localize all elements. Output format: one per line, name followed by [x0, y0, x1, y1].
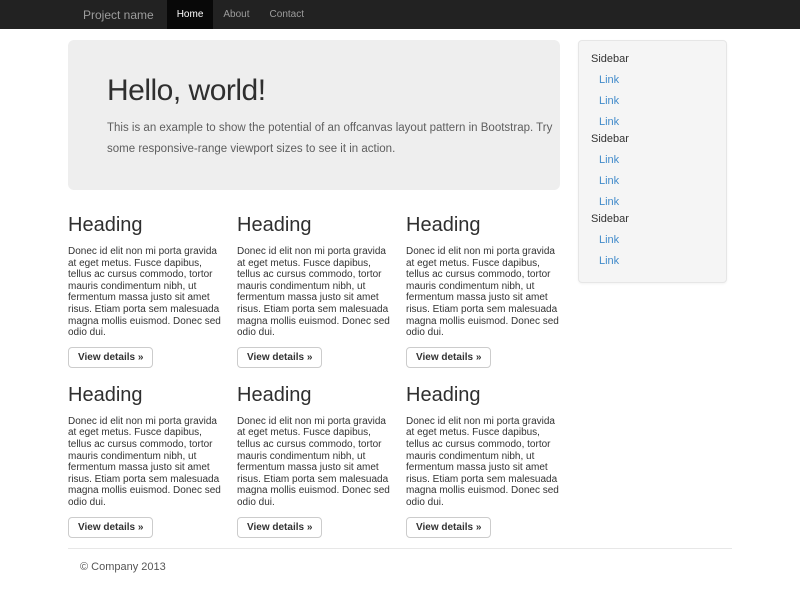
card-heading: Heading: [406, 214, 560, 237]
card-heading: Heading: [237, 214, 391, 237]
sidebar-panel: Sidebar Link Link Link Sidebar Link Link…: [578, 40, 727, 283]
sidebar-group-3: Sidebar Link Link: [591, 213, 718, 272]
card-heading: Heading: [237, 384, 391, 407]
nav-item-contact[interactable]: Contact: [260, 0, 314, 29]
page-footer: © Company 2013: [68, 549, 732, 573]
sidebar-link[interactable]: Link: [599, 192, 718, 213]
card-heading: Heading: [68, 384, 222, 407]
view-details-button[interactable]: View details »: [68, 517, 153, 538]
feature-card: Heading Donec id elit non mi porta gravi…: [406, 384, 560, 538]
copyright-text: © Company 2013: [80, 561, 732, 573]
view-details-button[interactable]: View details »: [406, 517, 491, 538]
view-details-button[interactable]: View details »: [237, 347, 322, 368]
jumbotron-title: Hello, world!: [107, 74, 560, 108]
sidebar-link[interactable]: Link: [599, 91, 718, 112]
card-body-text: Donec id elit non mi porta gravida at eg…: [237, 416, 391, 509]
nav-item-home[interactable]: Home: [167, 0, 214, 29]
view-details-button[interactable]: View details »: [237, 517, 322, 538]
feature-card: Heading Donec id elit non mi porta gravi…: [406, 214, 560, 368]
feature-card: Heading Donec id elit non mi porta gravi…: [237, 214, 391, 368]
card-heading: Heading: [68, 214, 222, 237]
card-body-text: Donec id elit non mi porta gravida at eg…: [406, 416, 560, 509]
sidebar-group-2: Sidebar Link Link Link: [591, 133, 718, 213]
view-details-button[interactable]: View details »: [68, 347, 153, 368]
card-body-text: Donec id elit non mi porta gravida at eg…: [68, 416, 222, 509]
sidebar-column: Sidebar Link Link Link Sidebar Link Link…: [578, 40, 727, 538]
sidebar-link[interactable]: Link: [599, 230, 718, 251]
sidebar-link[interactable]: Link: [599, 112, 718, 133]
navbar-nav: Home About Contact: [167, 0, 314, 29]
view-details-button[interactable]: View details »: [406, 347, 491, 368]
feature-card: Heading Donec id elit non mi porta gravi…: [68, 214, 222, 368]
sidebar-link[interactable]: Link: [599, 70, 718, 91]
card-body-text: Donec id elit non mi porta gravida at eg…: [237, 246, 391, 339]
sidebar-link[interactable]: Link: [599, 171, 718, 192]
navbar-brand-label: Project name: [83, 8, 154, 22]
main-content: Hello, world! This is an example to show…: [68, 40, 560, 538]
sidebar-link[interactable]: Link: [599, 251, 718, 272]
card-heading: Heading: [406, 384, 560, 407]
sidebar-link[interactable]: Link: [599, 150, 718, 171]
navbar-brand[interactable]: Project name: [68, 0, 167, 29]
card-body-text: Donec id elit non mi porta gravida at eg…: [406, 246, 560, 339]
sidebar-group-1: Sidebar Link Link Link: [591, 53, 718, 133]
jumbotron: Hello, world! This is an example to show…: [68, 40, 560, 190]
sidebar-group-label: Sidebar: [591, 213, 718, 225]
jumbotron-description: This is an example to show the potential…: [107, 118, 560, 160]
cards-row-2: Heading Donec id elit non mi porta gravi…: [68, 384, 560, 538]
cards-row-1: Heading Donec id elit non mi porta gravi…: [68, 214, 560, 368]
feature-card: Heading Donec id elit non mi porta gravi…: [68, 384, 222, 538]
top-navbar: Project name Home About Contact: [0, 0, 800, 29]
card-body-text: Donec id elit non mi porta gravida at eg…: [68, 246, 222, 339]
sidebar-group-label: Sidebar: [591, 133, 718, 145]
sidebar-group-label: Sidebar: [591, 53, 718, 65]
feature-card: Heading Donec id elit non mi porta gravi…: [237, 384, 391, 538]
nav-item-about[interactable]: About: [213, 0, 259, 29]
